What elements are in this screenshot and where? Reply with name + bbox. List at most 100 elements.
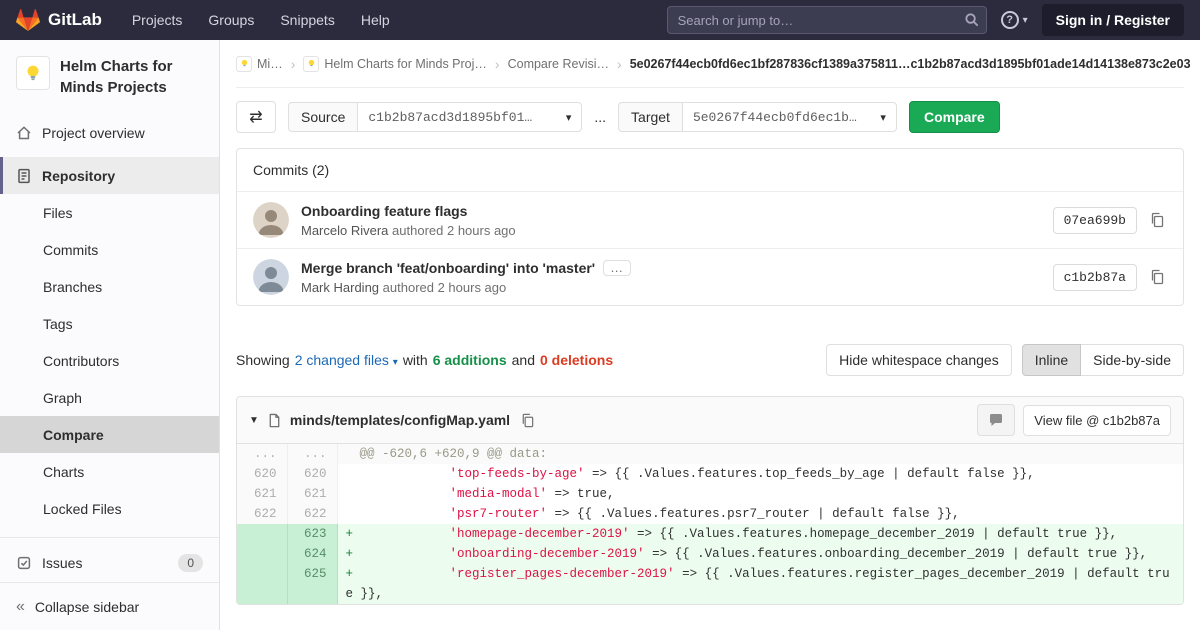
avatar[interactable] xyxy=(253,202,289,238)
tanuki-icon xyxy=(16,8,40,32)
copy-file-path-button[interactable] xyxy=(518,411,537,430)
commit-meta: Marcelo Rivera authored 2 hours ago xyxy=(301,223,516,238)
collapse-diff-icon[interactable]: ▼ xyxy=(249,415,259,426)
copy-sha-button[interactable] xyxy=(1147,267,1167,287)
old-line-number[interactable] xyxy=(237,544,287,564)
target-ref-dropdown[interactable]: 5e0267f44ecb0fd6ec1b… ▾ xyxy=(682,102,897,132)
target-ref-value: 5e0267f44ecb0fd6ec1b… xyxy=(693,110,857,125)
new-line-number[interactable]: 625 xyxy=(287,564,337,604)
view-file-button[interactable]: View file @ c1b2b87a xyxy=(1023,405,1171,436)
toggle-commit-description-button[interactable]: … xyxy=(603,260,631,276)
commit-sha-link[interactable]: c1b2b87a xyxy=(1053,264,1137,291)
old-line-number[interactable]: 621 xyxy=(237,484,287,504)
new-line-number[interactable]: 620 xyxy=(287,464,337,484)
diff-context-row: 622 622 'psr7-router' => {{ .Values.feat… xyxy=(237,504,1183,524)
commit-author-link[interactable]: Marcelo Rivera xyxy=(301,223,388,238)
source-label: Source xyxy=(288,102,357,132)
search-icon xyxy=(964,12,979,32)
sidebar-item-contributors[interactable]: Contributors xyxy=(0,342,219,379)
diff-file-path-link[interactable]: minds/templates/configMap.yaml xyxy=(290,412,510,428)
commit-title-link[interactable]: Onboarding feature flags xyxy=(301,203,467,219)
range-dots: ... xyxy=(594,109,606,125)
repository-icon xyxy=(16,168,32,184)
sidebar-item-charts[interactable]: Charts xyxy=(0,453,219,490)
old-line-number: ... xyxy=(237,444,287,464)
nav-groups[interactable]: Groups xyxy=(208,12,254,28)
commit-authored-text: authored 2 hours ago xyxy=(383,280,507,295)
copy-sha-button[interactable] xyxy=(1147,210,1167,230)
commit-sha-link[interactable]: 07ea699b xyxy=(1053,207,1137,234)
sidebar-item-project-overview[interactable]: Project overview xyxy=(0,114,219,151)
code-line: 'register_pages-december-2019' => {{ .Va… xyxy=(346,567,1170,601)
avatar[interactable] xyxy=(253,259,289,295)
showing-text: Showing xyxy=(236,352,290,368)
diff-table: ... ... @@ -620,6 +620,9 @@ data: 620 62… xyxy=(237,444,1183,604)
diff-file-panel: ▼ minds/templates/configMap.yaml xyxy=(236,396,1184,605)
nav-snippets[interactable]: Snippets xyxy=(280,12,334,28)
collapse-label: Collapse sidebar xyxy=(35,599,139,615)
sidebar-item-graph[interactable]: Graph xyxy=(0,379,219,416)
side-by-side-view-button[interactable]: Side-by-side xyxy=(1081,344,1184,376)
search-input[interactable] xyxy=(667,6,987,34)
commits-header: Commits (2) xyxy=(237,149,1183,192)
nav-projects[interactable]: Projects xyxy=(132,12,183,28)
new-line-number[interactable]: 622 xyxy=(287,504,337,524)
top-navbar: GitLab Projects Groups Snippets Help ? ▾… xyxy=(0,0,1200,40)
chevron-right-icon: › xyxy=(617,56,622,72)
ellipsis-icon: … xyxy=(610,260,624,275)
old-line-number[interactable] xyxy=(237,564,287,604)
sidebar-item-commits[interactable]: Commits xyxy=(0,231,219,268)
sidebar-item-locked-files[interactable]: Locked Files xyxy=(0,490,219,527)
changed-files-dropdown[interactable]: 2 changed files ▾ xyxy=(295,352,398,368)
new-line-number[interactable]: 624 xyxy=(287,544,337,564)
code-line: 'homepage-december-2019' => {{ .Values.f… xyxy=(360,527,1118,541)
source-ref-dropdown[interactable]: c1b2b87acd3d1895bf01… ▾ xyxy=(357,102,582,132)
sidebar-item-files[interactable]: Files xyxy=(0,194,219,231)
old-line-number[interactable]: 622 xyxy=(237,504,287,524)
inline-view-button[interactable]: Inline xyxy=(1022,344,1081,376)
breadcrumb-label: Compare Revisi… xyxy=(508,57,609,71)
sign-in-button[interactable]: Sign in / Register xyxy=(1042,4,1184,36)
collapse-sidebar-button[interactable]: « Collapse sidebar xyxy=(0,582,219,630)
breadcrumb: Mi… › Helm Charts for Minds Proj… › Comp… xyxy=(236,40,1184,88)
commit-author-link[interactable]: Mark Harding xyxy=(301,280,379,295)
breadcrumb-compare[interactable]: Compare Revisi… xyxy=(508,57,609,71)
swap-revisions-button[interactable]: ⇄ xyxy=(236,101,276,133)
sidebar-item-compare[interactable]: Compare xyxy=(0,416,219,453)
group-avatar xyxy=(236,56,252,72)
hide-whitespace-button[interactable]: Hide whitespace changes xyxy=(826,344,1012,376)
gitlab-logo[interactable]: GitLab xyxy=(16,8,102,32)
diff-hunk-row: ... ... @@ -620,6 +620,9 @@ data: xyxy=(237,444,1183,464)
breadcrumb-current-shas: 5e0267f44ecb0fd6ec1bf287836cf1389a375811… xyxy=(630,57,1191,71)
sidebar-item-label: Project overview xyxy=(42,125,145,141)
main-nav: Projects Groups Snippets Help xyxy=(132,12,390,28)
old-line-number[interactable]: 620 xyxy=(237,464,287,484)
old-line-number[interactable] xyxy=(237,524,287,544)
commit-title-link[interactable]: Merge branch 'feat/onboarding' into 'mas… xyxy=(301,260,595,276)
new-line-number[interactable]: 621 xyxy=(287,484,337,504)
compare-button[interactable]: Compare xyxy=(909,101,1000,133)
toggle-comments-button[interactable] xyxy=(977,404,1015,436)
commit-row: Merge branch 'feat/onboarding' into 'mas… xyxy=(237,248,1183,305)
breadcrumb-label: Helm Charts for Minds Proj… xyxy=(324,57,487,71)
diff-context-row: 620 620 'top-feeds-by-age' => {{ .Values… xyxy=(237,464,1183,484)
diff-summary-row: Showing 2 changed files ▾ with 6 additio… xyxy=(236,344,1184,376)
sidebar-item-tags[interactable]: Tags xyxy=(0,305,219,342)
project-header[interactable]: Helm Charts for Minds Projects xyxy=(0,40,219,114)
sidebar-item-repository[interactable]: Repository xyxy=(0,157,219,194)
copy-icon xyxy=(1149,269,1165,285)
sidebar-item-issues[interactable]: Issues 0 xyxy=(0,544,219,581)
breadcrumb-group[interactable]: Mi… xyxy=(236,56,283,72)
commits-panel: Commits (2) Onboarding feature flags Mar… xyxy=(236,148,1184,306)
help-menu[interactable]: ? ▾ xyxy=(1001,11,1028,29)
breadcrumb-project[interactable]: Helm Charts for Minds Proj… xyxy=(303,56,487,72)
diff-added-row: 625 + 'register_pages-december-2019' => … xyxy=(237,564,1183,604)
nav-help[interactable]: Help xyxy=(361,12,390,28)
diff-file-header: ▼ minds/templates/configMap.yaml xyxy=(237,397,1183,444)
diff-context-row: 621 621 'media-modal' => true, xyxy=(237,484,1183,504)
sidebar-item-label: Repository xyxy=(42,168,115,184)
and-text: and xyxy=(512,352,535,368)
sidebar-item-branches[interactable]: Branches xyxy=(0,268,219,305)
new-line-number[interactable]: 623 xyxy=(287,524,337,544)
help-icon: ? xyxy=(1001,11,1019,29)
